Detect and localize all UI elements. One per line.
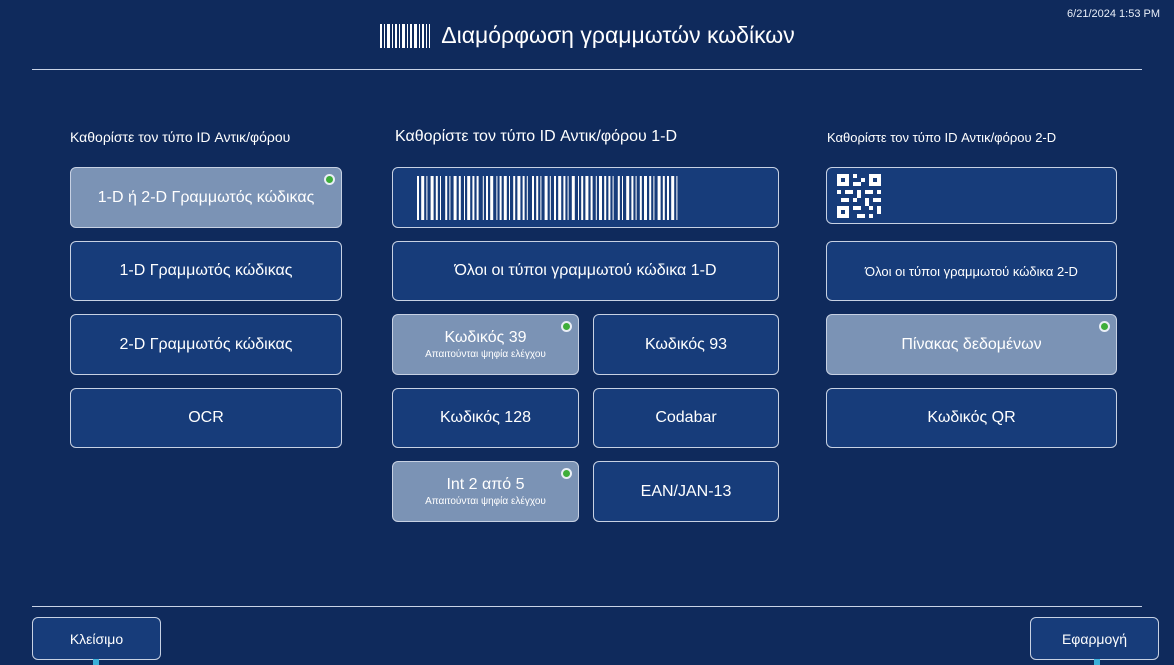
option-1d-or-2d[interactable]: 1-D ή 2-D Γραμμωτός κώδικας <box>70 167 342 228</box>
option-label: Όλοι οι τύποι γραμμωτού κώδικα 2-D <box>865 263 1078 279</box>
option-qr-code[interactable]: Κωδικός QR <box>826 388 1117 448</box>
datetime: 6/21/2024 1:53 PM <box>1067 8 1160 20</box>
option-ocr[interactable]: OCR <box>70 388 342 448</box>
right-column-title: Καθορίστε τον τύπο ID Αντικ/φόρου 2-D <box>827 130 1057 145</box>
close-button-label: Κλείσιμο <box>69 630 124 647</box>
option-label: 1-D Γραμμωτός κώδικας <box>119 262 293 279</box>
option-int-2-of-5[interactable]: Int 2 από 5 Απαιτούνται ψηφία ελέγχου <box>392 461 579 522</box>
option-label: 2-D Γραμμωτός κώδικας <box>119 335 293 353</box>
barcode-icon <box>380 23 431 48</box>
footer-divider <box>32 606 1142 607</box>
apply-button-label: Εφαρμογή <box>1061 630 1128 647</box>
option-label: 1-D ή 2-D Γραμμωτός κώδικας <box>97 188 315 206</box>
apply-button[interactable]: Εφαρμογή <box>1030 617 1159 660</box>
all-1d-types-button[interactable]: Όλοι οι τύποι γραμμωτού κώδικα 1-D <box>392 241 779 301</box>
apply-indicator <box>1094 659 1100 665</box>
all-2d-types-button[interactable]: Όλοι οι τύποι γραμμωτού κώδικα 2-D <box>826 241 1117 301</box>
option-code-128[interactable]: Κωδικός 128 <box>392 388 579 448</box>
option-label: EAN/JAN-13 <box>640 482 732 500</box>
option-label: OCR <box>188 409 224 426</box>
option-codabar[interactable]: Codabar <box>593 388 779 448</box>
option-label: Int 2 από 5 <box>446 476 525 493</box>
qr-code-icon <box>837 174 881 218</box>
left-column-title: Καθορίστε τον τύπο ID Αντικ/φόρου <box>70 129 291 145</box>
option-label: Κωδικός 39 <box>444 329 527 346</box>
header-divider <box>32 69 1142 70</box>
barcode-1d-icon <box>417 176 678 220</box>
close-button[interactable]: Κλείσιμο <box>32 617 161 660</box>
selected-check-icon <box>561 321 572 332</box>
close-indicator <box>93 659 99 665</box>
option-label: Πίνακας δεδομένων <box>901 335 1042 353</box>
page-title: Διαμόρφωση γραμμωτών κωδίκων <box>441 22 795 48</box>
middle-column-title: Καθορίστε τον τύπο ID Αντικ/φόρου 1-D <box>395 128 678 145</box>
option-code-39[interactable]: Κωδικός 39 Απαιτούνται ψηφία ελέγχου <box>392 314 579 375</box>
option-sublabel: Απαιτούνται ψηφία ελέγχου <box>425 496 546 507</box>
option-label: Codabar <box>655 409 717 426</box>
option-ean-jan-13[interactable]: EAN/JAN-13 <box>593 461 779 522</box>
option-label: Κωδικός 93 <box>644 335 728 353</box>
option-2d[interactable]: 2-D Γραμμωτός κώδικας <box>70 314 342 375</box>
option-label: Κωδικός QR <box>927 409 1016 426</box>
option-label: Όλοι οι τύποι γραμμωτού κώδικα 1-D <box>454 262 717 279</box>
option-sublabel: Απαιτούνται ψηφία ελέγχου <box>425 349 546 360</box>
option-data-matrix[interactable]: Πίνακας δεδομένων <box>826 314 1117 375</box>
option-code-93[interactable]: Κωδικός 93 <box>593 314 779 375</box>
barcode-2d-preview <box>826 167 1117 224</box>
barcode-1d-preview <box>392 167 779 228</box>
option-label: Κωδικός 128 <box>440 409 531 426</box>
selected-check-icon <box>1099 321 1110 332</box>
page-header: Διαμόρφωση γραμμωτών κωδίκων <box>0 22 1174 49</box>
selected-check-icon <box>324 174 335 185</box>
selected-check-icon <box>561 468 572 479</box>
option-1d[interactable]: 1-D Γραμμωτός κώδικας <box>70 241 342 301</box>
